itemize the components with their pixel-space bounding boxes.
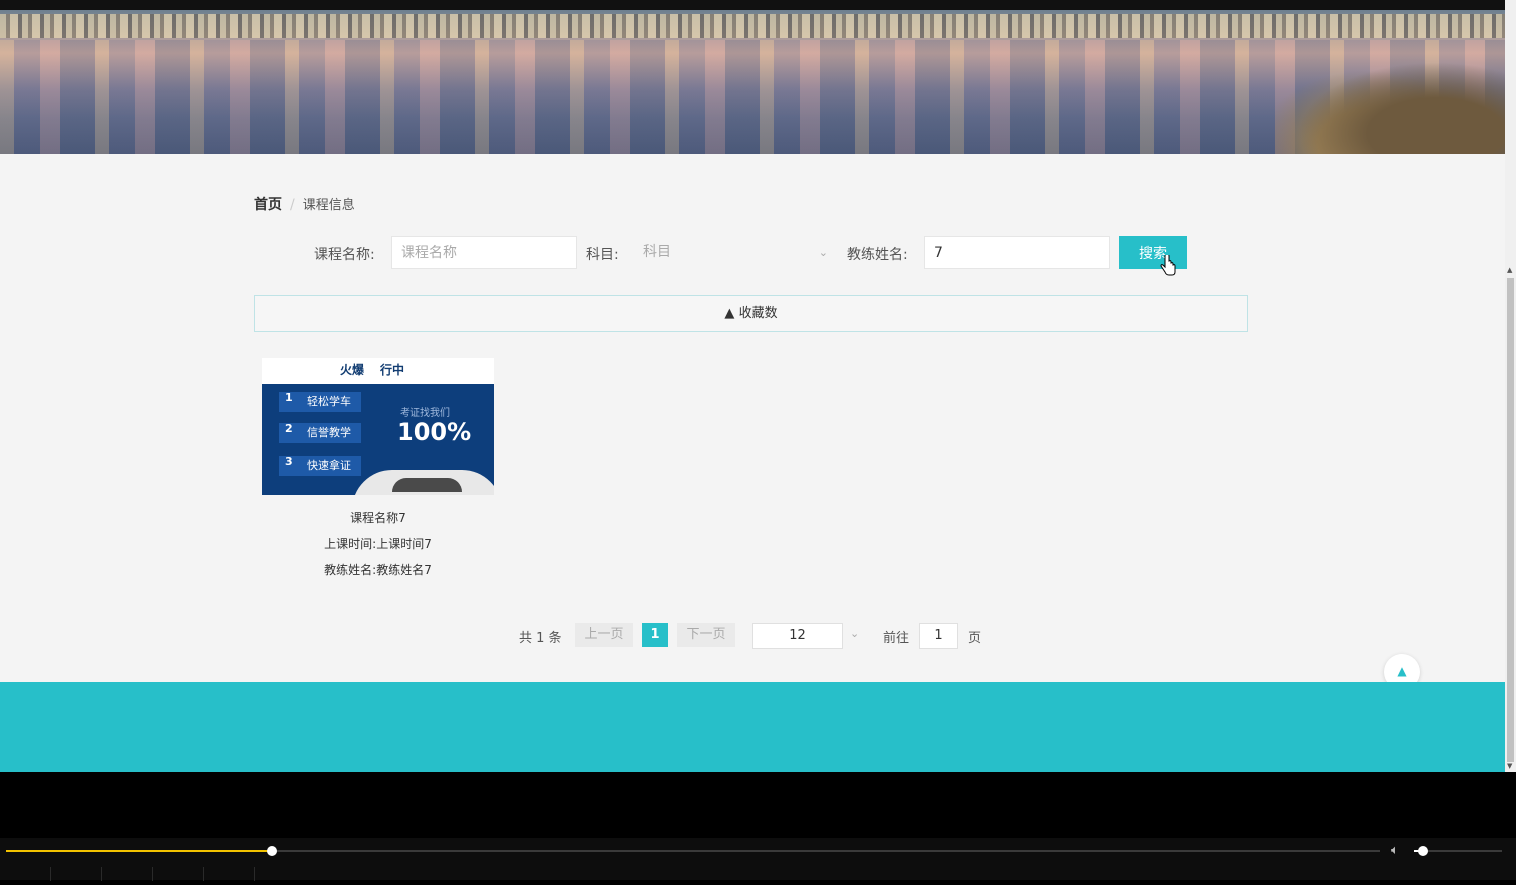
scroll-up-icon[interactable]: ▲ (1507, 266, 1512, 274)
breadcrumb-current: 课程信息 (302, 198, 355, 213)
page-scrollbar[interactable]: ▲ ▼ (1505, 0, 1516, 772)
sort-label: 收藏数 (738, 306, 778, 321)
prev-page-button[interactable]: 上一页 (575, 623, 633, 647)
course-time: 上课时间:上课时间7 (324, 537, 432, 551)
search-button[interactable]: 搜索 (1119, 236, 1187, 269)
hand-cursor-icon (1160, 255, 1176, 276)
scroll-down-icon[interactable]: ▼ (1507, 762, 1512, 770)
sort-icon: ▲︎ (724, 306, 735, 321)
pagination: 共 1 条 上一页 1 下一页 12 ⌄ 前往 1 页 (0, 623, 1505, 649)
player-button-row (0, 866, 260, 881)
scrollbar-thumb[interactable] (1507, 278, 1514, 762)
seek-handle[interactable] (267, 846, 277, 856)
course-meta: 课程名称7 上课时间:上课时间7 教练姓名:教练姓名7 (262, 505, 494, 583)
course-image[interactable]: 火爆 行中 1 轻松学车 2 信誉教学 3 快速拿证 考证找我们 100% (262, 358, 494, 495)
footer (0, 682, 1505, 772)
course-name[interactable]: 课程名称7 (262, 505, 494, 531)
video-player-controls: 🔈︎ (0, 838, 1516, 881)
header-banner (0, 10, 1505, 154)
sort-by-favorites[interactable]: ▲︎ 收藏数 (254, 295, 1248, 332)
goto-page-input[interactable]: 1 (919, 623, 958, 649)
subject-label: 科目: (586, 247, 619, 263)
goto-label: 前往 (883, 631, 910, 646)
coach-name-input[interactable] (924, 236, 1110, 269)
coach-name-label: 教练姓名: (847, 247, 908, 263)
page-unit-label: 页 (968, 631, 982, 646)
page-number-current[interactable]: 1 (642, 623, 668, 647)
chevron-down-icon: ⌄ (818, 246, 828, 259)
arrow-up-icon: ▲ (1397, 664, 1407, 678)
subject-placeholder: 科目 (643, 244, 671, 260)
chevron-down-icon: ⌄ (850, 627, 860, 640)
course-coach: 教练姓名:教练姓名7 (324, 563, 432, 577)
top-bar (0, 0, 1505, 10)
page-size-select[interactable]: 12 (752, 623, 843, 649)
search-form: 课程名称: 科目: 科目 ⌄ 教练姓名: 搜索 (0, 236, 1505, 269)
course-name-input[interactable] (391, 236, 577, 269)
breadcrumb-separator: / (290, 197, 295, 213)
breadcrumb: 首页 / 课程信息 (254, 194, 355, 214)
course-name-label: 课程名称: (314, 247, 375, 263)
seek-progress (6, 850, 272, 852)
volume-icon[interactable]: 🔈︎ (1391, 843, 1399, 858)
pagination-total: 共 1 条 (519, 631, 562, 646)
subject-select[interactable]: 科目 ⌄ (634, 236, 834, 269)
volume-handle[interactable] (1418, 846, 1428, 856)
breadcrumb-home[interactable]: 首页 (254, 197, 282, 213)
course-card[interactable]: 火爆 行中 1 轻松学车 2 信誉教学 3 快速拿证 考证找我们 100% 课程名称7… (262, 358, 494, 583)
next-page-button[interactable]: 下一页 (677, 623, 735, 647)
browser-viewport: 首页 / 课程信息 课程名称: 科目: 科目 ⌄ 教练姓名: 搜索 ▲︎ 收藏数 火… (0, 0, 1516, 772)
